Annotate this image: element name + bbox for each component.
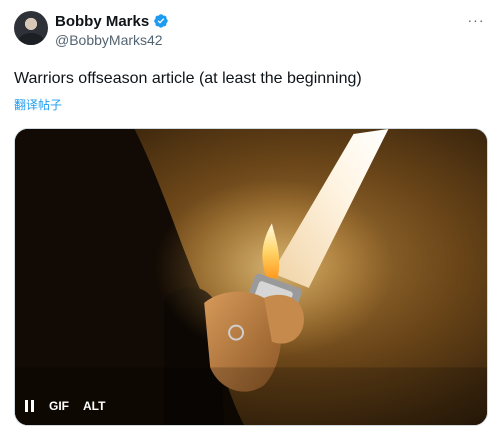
display-name[interactable]: Bobby Marks — [55, 13, 149, 30]
author-handle[interactable]: @BobbyMarks42 — [55, 32, 163, 48]
author-name-row: Bobby Marks — [55, 11, 169, 31]
tweet-media-gif[interactable]: GIF ALT — [14, 128, 488, 426]
tweet-text: Warriors offseason article (at least the… — [14, 70, 362, 87]
verified-badge-icon — [154, 14, 169, 28]
more-options-button[interactable]: ··· — [464, 10, 488, 30]
media-controls: GIF ALT — [25, 399, 105, 413]
avatar[interactable] — [14, 11, 48, 45]
pause-icon[interactable] — [25, 400, 35, 412]
tweet-card: Bobby Marks @BobbyMarks42 ··· Warriors o… — [0, 0, 500, 440]
translate-post-link[interactable]: 翻译帖子 — [14, 96, 62, 113]
gif-frame-image — [15, 129, 487, 425]
alt-text-button[interactable]: ALT — [83, 399, 105, 413]
avatar-body — [18, 33, 44, 45]
gif-badge: GIF — [49, 399, 69, 413]
